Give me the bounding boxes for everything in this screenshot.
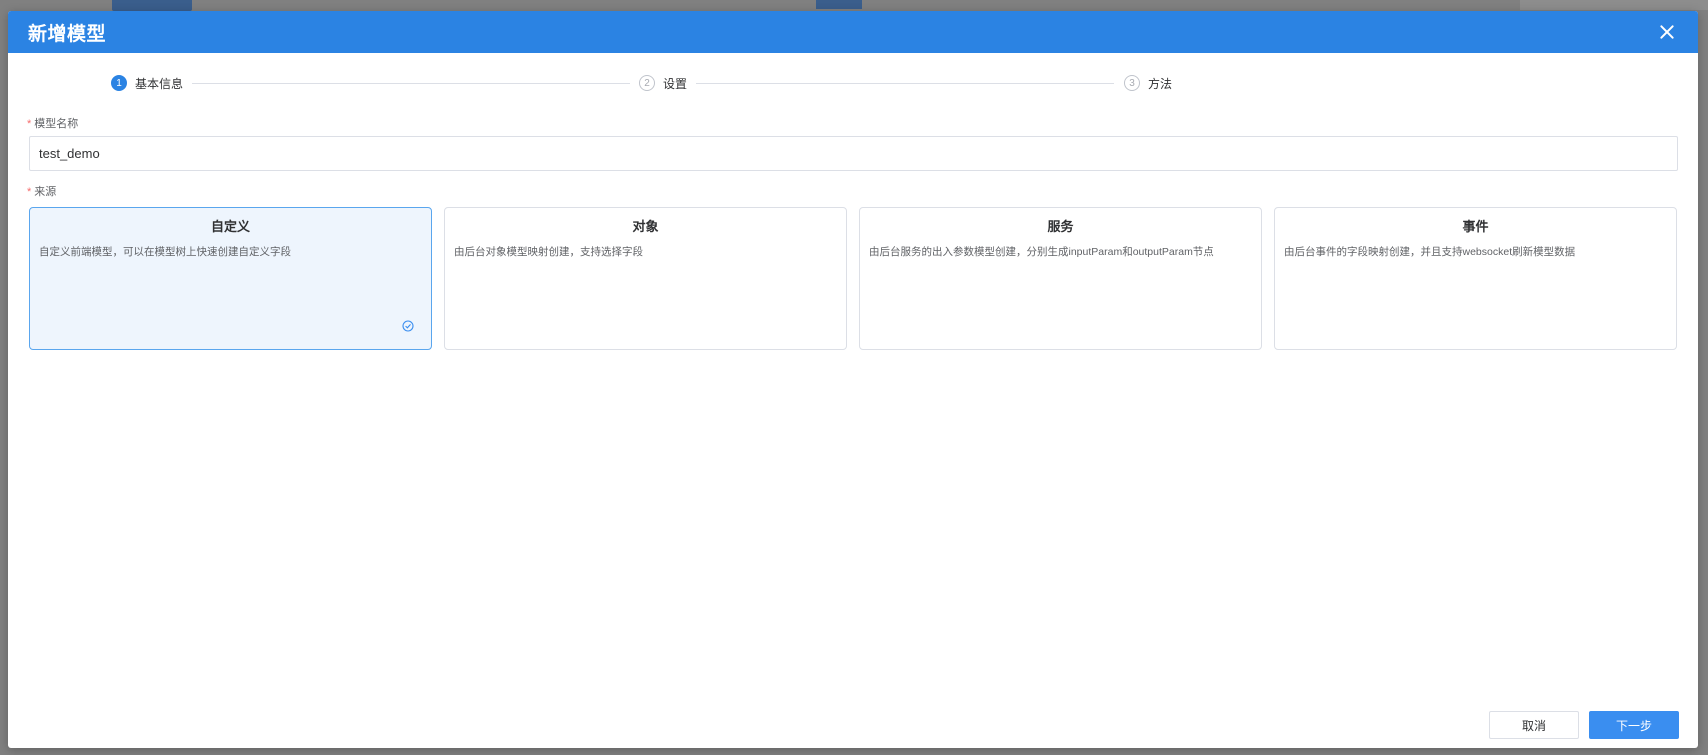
step-settings: 2 设置 (639, 75, 687, 92)
card-title: 事件 (1462, 219, 1489, 234)
model-name-label-text: 模型名称 (34, 118, 79, 130)
cancel-button[interactable]: 取消 (1489, 711, 1579, 739)
required-mark: * (27, 186, 32, 198)
step-label: 基本信息 (135, 76, 184, 91)
check-circle-icon (402, 320, 414, 332)
dialog-title: 新增模型 (28, 23, 107, 45)
source-card-object[interactable]: 对象 由后台对象模型映射创建，支持选择字段 (444, 207, 847, 350)
background-heading (1520, 0, 1708, 10)
source-card-custom[interactable]: 自定义 自定义前端模型，可以在模型树上快速创建自定义字段 (29, 207, 432, 350)
source-label-text: 来源 (34, 186, 57, 198)
card-description: 由后台对象模型映射创建，支持选择字段 (454, 246, 643, 258)
card-title: 对象 (632, 219, 659, 234)
card-title: 自定义 (210, 219, 250, 234)
background-tag (816, 0, 862, 9)
close-icon[interactable] (1656, 21, 1678, 43)
step-number: 1 (111, 75, 127, 91)
step-number: 3 (1124, 75, 1141, 91)
card-description: 由后台事件的字段映射创建，并且支持websocket刷新模型数据 (1284, 246, 1576, 258)
step-label: 方法 (1148, 76, 1173, 91)
next-step-button[interactable]: 下一步 (1589, 711, 1679, 739)
step-basic-info: 1 基本信息 (111, 75, 183, 92)
step-methods: 3 方法 (1124, 75, 1172, 92)
card-title: 服务 (1047, 219, 1074, 234)
model-name-label: * 模型名称 (27, 115, 78, 131)
steps: 1 基本信息 2 设置 3 方法 (111, 74, 1211, 92)
step-connector (192, 82, 631, 84)
step-label: 设置 (663, 76, 688, 91)
new-model-dialog: 新增模型 1 基本信息 2 设置 3 方法 *模型名称 *来源 自定义 自定义前… (8, 11, 1698, 748)
background-button (112, 0, 192, 11)
source-card-service[interactable]: 服务 由后台服务的出入参数模型创建，分别生成inputParam和outputP… (859, 207, 1262, 350)
step-number: 2 (639, 75, 656, 91)
card-description: 自定义前端模型，可以在模型树上快速创建自定义字段 (39, 246, 291, 258)
model-name-input[interactable] (29, 136, 1678, 171)
required-mark: * (27, 118, 32, 130)
source-label: * 来源 (27, 183, 56, 199)
card-description: 由后台服务的出入参数模型创建，分别生成inputParam和outputPara… (869, 246, 1214, 258)
source-card-event[interactable]: 事件 由后台事件的字段映射创建，并且支持websocket刷新模型数据 (1274, 207, 1677, 350)
dialog-header: 新增模型 (8, 11, 1698, 53)
step-connector (696, 82, 1115, 84)
